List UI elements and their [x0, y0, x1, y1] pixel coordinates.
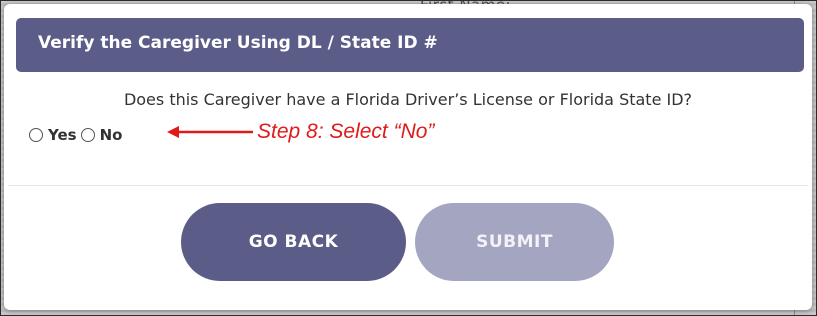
modal-title: Verify the Caregiver Using DL / State ID… [38, 33, 438, 53]
radio-label-no: No [99, 126, 123, 144]
radio-label-yes: Yes [48, 126, 77, 144]
step-annotation: Step 8: Select “No” [167, 118, 434, 146]
radio-option-no[interactable]: No [80, 126, 123, 144]
verify-caregiver-modal: Verify the Caregiver Using DL / State ID… [4, 4, 812, 310]
go-back-button[interactable]: GO BACK [181, 203, 406, 281]
radio-option-yes[interactable]: Yes [29, 126, 77, 144]
license-radio-group: Yes No [29, 122, 122, 148]
license-question: Does this Caregiver have a Florida Drive… [123, 90, 693, 109]
radio-circle-icon[interactable] [80, 128, 95, 142]
radio-circle-icon[interactable] [29, 128, 43, 142]
modal-header: Verify the Caregiver Using DL / State ID… [16, 18, 804, 72]
step-annotation-text: Step 8: Select “No” [257, 120, 435, 143]
submit-button[interactable]: SUBMIT [415, 203, 614, 281]
arrow-left-icon [167, 126, 253, 138]
modal-divider [8, 185, 808, 186]
